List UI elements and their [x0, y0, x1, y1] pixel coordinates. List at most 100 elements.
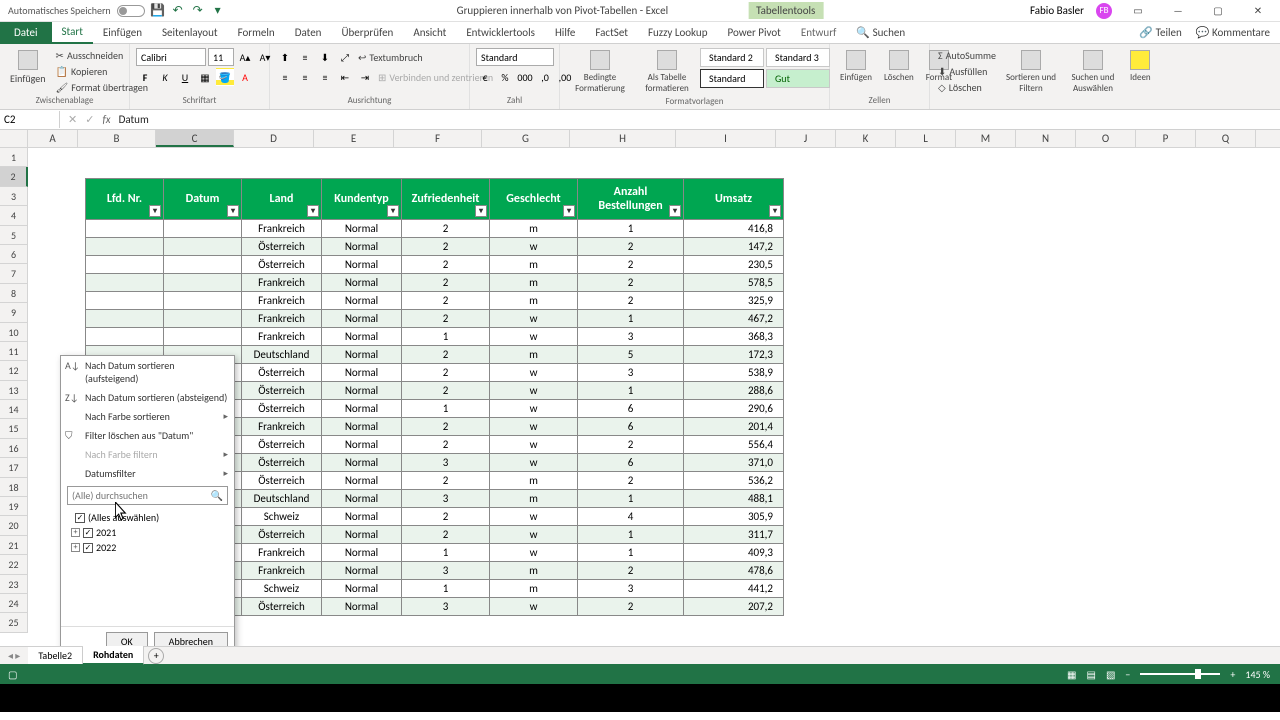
filter-dropdown-icon[interactable]: ▾: [387, 205, 399, 217]
row-header[interactable]: 15: [0, 419, 28, 438]
col-header[interactable]: C: [156, 130, 234, 147]
view-layout-icon[interactable]: ▤: [1087, 668, 1096, 681]
table-header[interactable]: Anzahl Bestellungen▾: [578, 179, 684, 220]
row-header[interactable]: 22: [0, 555, 28, 574]
zoom-in-icon[interactable]: +: [1230, 668, 1235, 681]
sheet-tab-tabelle2[interactable]: Tabelle2: [28, 647, 83, 664]
fx-icon[interactable]: fx: [102, 113, 110, 126]
table-header[interactable]: Zufriedenheit▾: [402, 179, 490, 220]
undo-icon[interactable]: ↶: [171, 4, 185, 18]
style-standard[interactable]: Standard: [700, 69, 764, 88]
col-header[interactable]: L: [896, 130, 956, 147]
table-header[interactable]: Lfd. Nr.▾: [86, 179, 164, 220]
style-standard3[interactable]: Standard 3: [766, 48, 830, 67]
row-header[interactable]: 17: [0, 458, 28, 477]
row-header[interactable]: 12: [0, 361, 28, 380]
cancel-formula-icon[interactable]: ✕: [68, 113, 77, 126]
fill-color-icon[interactable]: 🪣: [216, 68, 234, 86]
filter-dropdown-icon[interactable]: ▾: [227, 205, 239, 217]
row-header[interactable]: 23: [0, 575, 28, 594]
tab-start[interactable]: Start: [52, 21, 93, 44]
table-row[interactable]: FrankreichNormal2m1416,8: [86, 220, 784, 238]
qat-customize-icon[interactable]: ▾: [211, 4, 225, 18]
comments-button[interactable]: 💬 Kommentare: [1196, 26, 1270, 39]
tab-entwicklertools[interactable]: Entwicklertools: [456, 22, 545, 43]
font-size-combo[interactable]: 11: [208, 48, 234, 66]
col-header[interactable]: D: [234, 130, 314, 147]
row-header[interactable]: 6: [0, 245, 28, 264]
table-row[interactable]: ÖsterreichNormal2w2147,2: [86, 238, 784, 256]
align-right-icon[interactable]: ≡: [316, 68, 334, 86]
table-header[interactable]: Kundentyp▾: [322, 179, 402, 220]
tab-factset[interactable]: FactSet: [585, 22, 638, 43]
row-header[interactable]: 25: [0, 613, 28, 632]
filter-dropdown-icon[interactable]: ▾: [475, 205, 487, 217]
bold-icon[interactable]: F: [136, 68, 154, 86]
sheet-nav-icon[interactable]: ◂ ▸: [0, 649, 28, 662]
search-box[interactable]: 🔍 Suchen: [846, 22, 915, 43]
sort-desc-button[interactable]: Z↓Nach Datum sortieren (absteigend): [61, 388, 234, 407]
tab-entwurf[interactable]: Entwurf: [791, 22, 847, 43]
user-avatar[interactable]: FB: [1096, 3, 1112, 19]
font-color-icon[interactable]: A: [236, 68, 254, 86]
percent-icon[interactable]: %: [496, 68, 514, 86]
cond-format-button[interactable]: Bedingte Formatierung: [566, 48, 634, 96]
filter-dropdown-icon[interactable]: ▾: [669, 205, 681, 217]
add-sheet-button[interactable]: +: [148, 648, 164, 664]
col-header[interactable]: K: [836, 130, 896, 147]
view-normal-icon[interactable]: ▦: [1067, 668, 1076, 681]
zoom-slider[interactable]: [1140, 673, 1220, 675]
style-gut[interactable]: Gut: [766, 69, 830, 88]
autosum-button[interactable]: Σ AutoSumme: [936, 48, 998, 63]
currency-icon[interactable]: €: [476, 68, 494, 86]
table-row[interactable]: FrankreichNormal2w1467,2: [86, 310, 784, 328]
row-header[interactable]: 8: [0, 284, 28, 303]
toggle-icon[interactable]: [117, 5, 145, 17]
tab-powerpivot[interactable]: Power Pivot: [717, 22, 790, 43]
row-header[interactable]: 24: [0, 594, 28, 613]
save-icon[interactable]: 💾: [151, 4, 165, 18]
dec-inc-icon[interactable]: ,0: [536, 68, 554, 86]
table-row[interactable]: FrankreichNormal2m2325,9: [86, 292, 784, 310]
font-name-combo[interactable]: Calibri: [136, 48, 206, 66]
row-header[interactable]: 9: [0, 303, 28, 322]
align-top-icon[interactable]: ⬆: [276, 48, 294, 66]
find-select-button[interactable]: Suchen und Auswählen: [1064, 48, 1122, 96]
share-button[interactable]: 🔗 Teilen: [1139, 26, 1181, 39]
col-header[interactable]: B: [78, 130, 156, 147]
table-header[interactable]: Datum▾: [164, 179, 242, 220]
filter-dropdown-icon[interactable]: ▾: [149, 205, 161, 217]
table-row[interactable]: FrankreichNormal2m2578,5: [86, 274, 784, 292]
clear-button[interactable]: ◇ Löschen: [936, 80, 998, 95]
table-row[interactable]: ÖsterreichNormal2m2230,5: [86, 256, 784, 274]
row-header[interactable]: 3: [0, 187, 28, 206]
row-header[interactable]: 16: [0, 439, 28, 458]
filter-year-2022[interactable]: +✓2022: [67, 540, 228, 555]
row-header[interactable]: 13: [0, 381, 28, 400]
col-header[interactable]: H: [570, 130, 676, 147]
filter-select-all[interactable]: ✓(Alles auswählen): [67, 510, 228, 525]
accept-formula-icon[interactable]: ✓: [85, 113, 94, 126]
tab-ueberpruefen[interactable]: Überprüfen: [331, 22, 403, 43]
zoom-out-icon[interactable]: −: [1125, 668, 1130, 681]
filter-year-2021[interactable]: +✓2021: [67, 525, 228, 540]
fill-button[interactable]: ⬇ Ausfüllen: [936, 64, 998, 79]
filter-dropdown-icon[interactable]: ▾: [307, 205, 319, 217]
filter-values-tree[interactable]: ✓(Alles auswählen) +✓2021 +✓2022: [61, 508, 234, 626]
insert-cells-button[interactable]: Einfügen: [836, 48, 876, 85]
checkbox-icon[interactable]: ✓: [75, 513, 85, 523]
clear-filter-button[interactable]: ⛉Filter löschen aus "Datum": [61, 426, 234, 445]
col-header[interactable]: I: [676, 130, 776, 147]
col-header[interactable]: N: [1016, 130, 1076, 147]
row-header[interactable]: 19: [0, 497, 28, 516]
filter-search-input[interactable]: [68, 487, 207, 504]
thousand-icon[interactable]: 000: [516, 68, 534, 86]
col-header[interactable]: M: [956, 130, 1016, 147]
filter-search[interactable]: 🔍: [67, 486, 228, 505]
row-header[interactable]: 2: [0, 167, 28, 186]
tab-daten[interactable]: Daten: [285, 22, 332, 43]
filter-dropdown-icon[interactable]: ▾: [563, 205, 575, 217]
increase-font-icon[interactable]: A▴: [236, 48, 254, 66]
col-header[interactable]: O: [1076, 130, 1136, 147]
row-header[interactable]: 21: [0, 536, 28, 555]
